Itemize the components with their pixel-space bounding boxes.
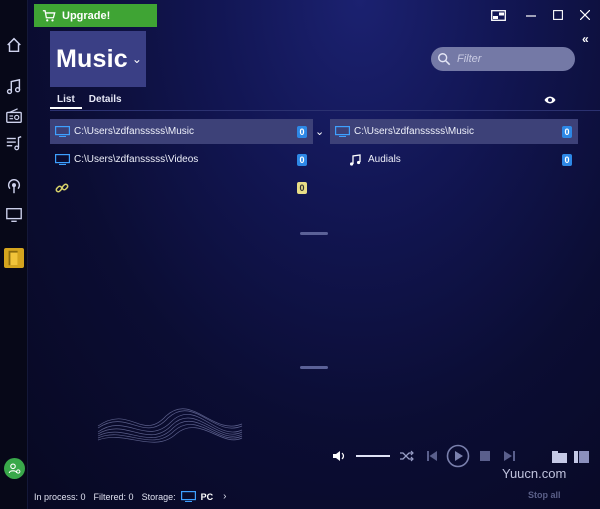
play-button[interactable] xyxy=(446,444,470,468)
home-icon[interactable] xyxy=(4,35,24,55)
right-row-audials[interactable]: Audials 0 xyxy=(344,147,578,172)
chevron-right-icon[interactable]: › xyxy=(223,491,226,502)
shuffle-icon[interactable] xyxy=(398,449,414,463)
in-process-count: In process: 0 xyxy=(34,491,86,502)
count-badge: 0 xyxy=(297,182,307,194)
splitter-handle[interactable] xyxy=(300,366,328,369)
count-badge: 0 xyxy=(297,154,307,166)
search-icon xyxy=(438,53,451,66)
stop-icon[interactable] xyxy=(479,449,491,463)
maximize-icon[interactable] xyxy=(550,8,566,22)
storage-icon[interactable] xyxy=(4,248,24,268)
chevron-down-icon[interactable]: ⌄ xyxy=(315,125,324,138)
pc-icon xyxy=(335,126,351,138)
filter-input[interactable] xyxy=(457,53,567,65)
music-note-icon xyxy=(349,153,365,166)
view-tabs: List Details xyxy=(50,93,129,109)
storage-label: Storage: xyxy=(141,491,176,502)
playlist-icon[interactable] xyxy=(4,133,24,153)
folder-path: C:\Users\zdfansssss\Videos xyxy=(74,154,199,165)
splitter-handle[interactable] xyxy=(300,232,328,235)
upgrade-button[interactable]: Upgrade! xyxy=(34,4,157,27)
right-row-music[interactable]: C:\Users\zdfansssss\Music 0 xyxy=(330,119,578,144)
layout-icon[interactable] xyxy=(573,450,589,463)
waveform-graphic xyxy=(97,408,243,443)
status-bar: In process: 0 Filtered: 0 Storage: PC › xyxy=(28,484,600,509)
stop-all-button[interactable]: Stop all xyxy=(528,490,561,500)
previous-icon[interactable] xyxy=(426,449,438,463)
radio-icon[interactable] xyxy=(4,106,24,126)
pc-icon xyxy=(55,126,71,138)
left-row-videos[interactable]: C:\Users\zdfansssss\Videos 0 xyxy=(50,147,313,172)
account-settings-icon[interactable] xyxy=(4,458,25,479)
watermark-text: Yuucn.com xyxy=(502,466,567,481)
app-window: Upgrade! « Music ⌄ List Details C:\Users… xyxy=(0,0,600,509)
chevron-down-icon: ⌄ xyxy=(131,52,142,66)
folder-name: Audials xyxy=(368,154,401,165)
podcast-icon[interactable] xyxy=(4,176,24,196)
close-icon[interactable] xyxy=(577,8,593,22)
category-dropdown[interactable]: Music ⌄ xyxy=(50,31,146,87)
page-title: Music xyxy=(56,44,128,73)
mini-player-icon[interactable] xyxy=(490,8,506,22)
minimize-icon[interactable] xyxy=(523,8,539,22)
monitor-icon[interactable] xyxy=(4,205,24,225)
left-row-music[interactable]: C:\Users\zdfansssss\Music 0 xyxy=(50,119,313,144)
count-badge: 0 xyxy=(297,126,307,138)
pc-icon xyxy=(180,491,196,502)
tab-divider xyxy=(50,110,600,111)
folder-path: C:\Users\zdfansssss\Music xyxy=(74,126,195,137)
link-icon xyxy=(55,182,71,194)
folder-path: C:\Users\zdfansssss\Music xyxy=(354,126,475,137)
volume-slider[interactable] xyxy=(356,455,390,457)
sidebar xyxy=(0,0,28,509)
tab-list[interactable]: List xyxy=(50,93,82,109)
count-badge: 0 xyxy=(562,126,572,138)
pc-icon xyxy=(55,154,71,166)
volume-icon[interactable] xyxy=(332,449,346,463)
count-badge: 0 xyxy=(562,154,572,166)
collapse-panel-icon[interactable]: « xyxy=(582,32,589,46)
filtered-count: Filtered: 0 xyxy=(93,491,134,502)
next-icon[interactable] xyxy=(503,449,519,463)
left-row-link[interactable]: 0 xyxy=(50,175,313,200)
cart-icon xyxy=(42,9,56,22)
upgrade-label: Upgrade! xyxy=(62,9,111,22)
eye-icon[interactable] xyxy=(544,95,556,105)
music-note-icon[interactable] xyxy=(4,77,24,97)
folder-icon[interactable] xyxy=(551,450,567,463)
tab-details[interactable]: Details xyxy=(82,93,129,109)
storage-value[interactable]: PC xyxy=(201,492,214,502)
filter-box[interactable] xyxy=(431,47,575,71)
